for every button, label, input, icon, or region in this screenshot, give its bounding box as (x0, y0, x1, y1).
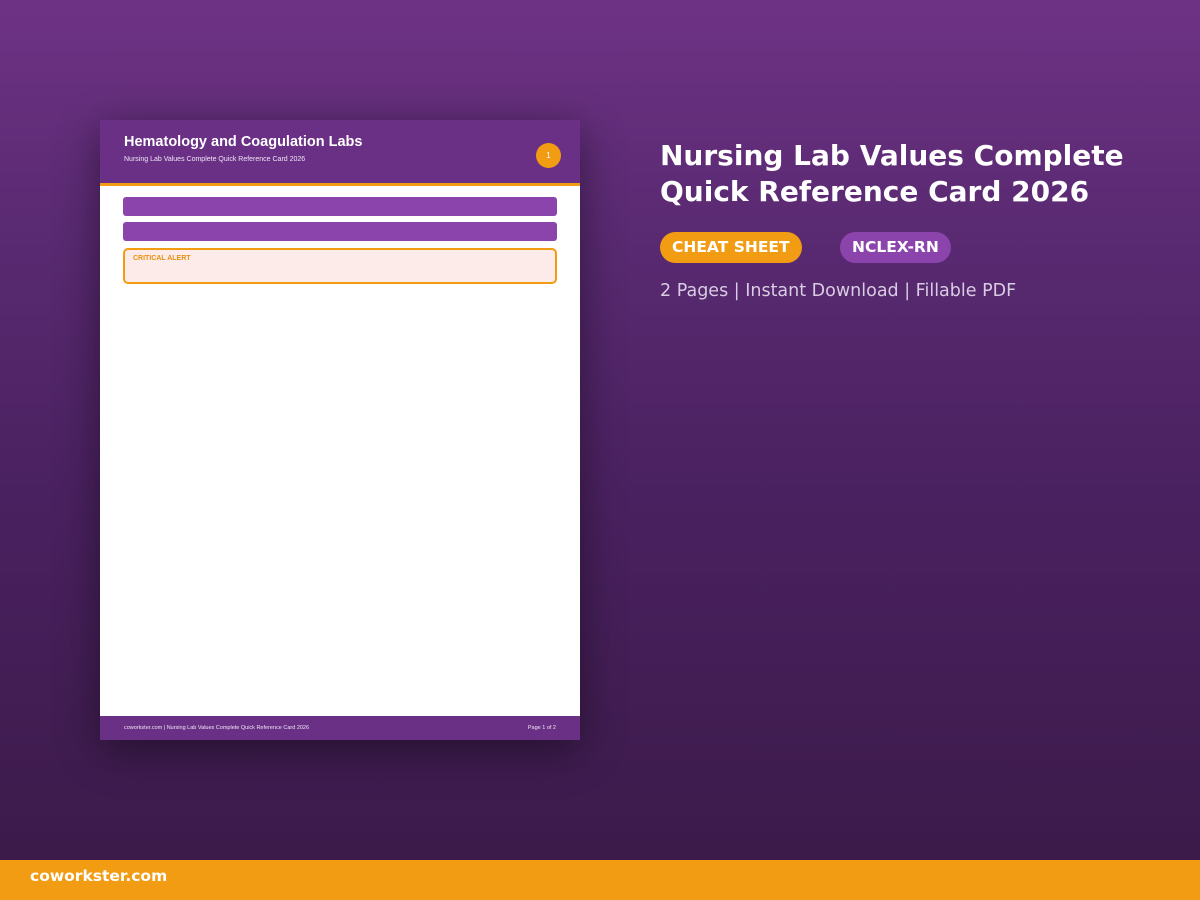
document-title: Hematology and Coagulation Labs (124, 134, 363, 150)
brand-name: coworkster.com (30, 867, 168, 885)
critical-alert-label: CRITICAL ALERT (133, 255, 191, 262)
section-bar (123, 197, 557, 216)
critical-alert-box: CRITICAL ALERT (123, 248, 557, 284)
document-footer: coworkster.com | Nursing Lab Values Comp… (100, 716, 580, 740)
document-footer-page: Page 1 of 2 (527, 725, 556, 731)
page-number-badge: 1 (536, 143, 561, 168)
brand-bar: coworkster.com (0, 860, 1200, 900)
section-bar (123, 222, 557, 241)
document-preview: Hematology and Coagulation Labs Nursing … (100, 120, 580, 740)
product-title: Nursing Lab Values Complete Quick Refere… (660, 139, 1124, 208)
tag-nclex-rn: NCLEX-RN (840, 232, 951, 263)
document-footer-source: coworkster.com | Nursing Lab Values Comp… (124, 725, 310, 731)
tag-cheat-sheet: CHEAT SHEET (660, 232, 802, 263)
document-header: Hematology and Coagulation Labs Nursing … (100, 120, 580, 186)
product-meta: 2 Pages | Instant Download | Fillable PD… (660, 281, 1017, 301)
document-subtitle: Nursing Lab Values Complete Quick Refere… (124, 156, 306, 163)
